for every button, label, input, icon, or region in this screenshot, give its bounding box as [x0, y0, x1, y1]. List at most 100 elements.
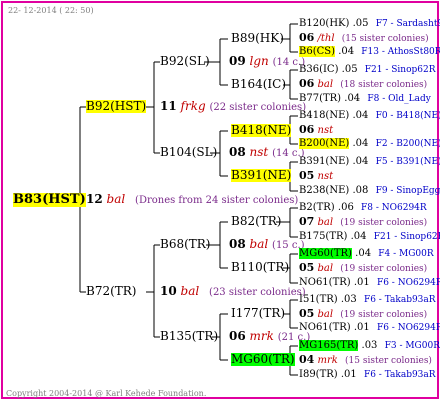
gen4-year-abbr: bal [317, 217, 334, 228]
gen2-year-num: 08 [229, 237, 246, 251]
gen1-year-line: 10 bal (23 sister colonies) [160, 285, 306, 299]
gen4-code: F21 - Sinop62R [373, 232, 440, 242]
gen1-note: (23 sister colonies) [209, 287, 306, 298]
gen4-inbreeding: .01 [340, 369, 357, 380]
gen2-year-abbr: bal [249, 237, 269, 251]
gen4-year-num: 07 [299, 215, 315, 228]
gen4-year-num: 05 [299, 169, 315, 182]
gen4-year-row: 06 /thl (15 sister colonies) [299, 31, 429, 46]
gen4-code: F4 - MG00R [378, 249, 434, 259]
gen2-queen-name: B92(SL) [160, 54, 210, 68]
gen4-note: (15 sister colonies) [341, 34, 429, 44]
gen4-code: F5 - B391(NE) [375, 157, 440, 167]
root-year-line: 12 bal (Drones from 24 sister colonies) [86, 193, 298, 207]
gen4-queen-name: B36(IC) [299, 64, 339, 75]
gen4-year-abbr: nst [317, 171, 334, 182]
gen1-year-line: 11 frkg (22 sister colonies) [160, 100, 306, 114]
gen4-inbreeding: .04 [355, 248, 372, 259]
gen4-year-num: 06 [299, 77, 315, 90]
gen4-inbreeding: .01 [353, 322, 370, 333]
gen4-code: F3 - MG00R [384, 341, 440, 351]
gen2-year-line: 08 bal (15 c.) [229, 238, 305, 252]
gen4-inbreeding: .05 [341, 64, 358, 75]
gen4-note: (19 sister colonies) [340, 310, 428, 320]
gen4-code: F13 - AthosSt80R [361, 47, 440, 57]
gen4-note: (19 sister colonies) [340, 264, 428, 274]
gen4-code: F9 - SinopEgg86R [375, 186, 440, 196]
gen4-queen-row: B418(NE) .04 F0 - B418(NE) [299, 109, 440, 123]
gen4-queen-name: B175(TR) [299, 231, 348, 242]
date-stamp: 22- 12-2014 ( 22: 50) [8, 6, 94, 15]
gen4-inbreeding: .04 [344, 93, 361, 104]
gen4-code: F6 - Takab93aR [363, 295, 436, 305]
gen1-queen-name: B72(TR) [86, 284, 137, 298]
gen4-year-num: 06 [299, 123, 315, 136]
gen4-queen-name: NO61(TR) [299, 277, 351, 288]
gen2-year-num: 08 [229, 145, 246, 159]
gen4-queen-name: I51(TR) [299, 294, 338, 305]
gen4-year-row: 05 bal (19 sister colonies) [299, 261, 427, 276]
gen4-inbreeding: .04 [338, 46, 355, 57]
gen2-year-line: 09 lgn (14 c.) [229, 55, 305, 69]
gen4-code: F8 - NO6294R [361, 203, 427, 213]
gen4-year-num: 05 [299, 261, 315, 274]
gen4-year-abbr: bal [317, 79, 334, 90]
gen3-queen-name: B82(TR) [231, 214, 282, 228]
gen4-queen-row: B200(NE) .04 F2 - B200(NE) [299, 137, 440, 151]
gen4-year-num: 04 [299, 353, 315, 366]
gen4-inbreeding: .08 [352, 185, 369, 196]
gen4-queen-row: B36(IC) .05 F21 - Sinop62R [299, 63, 435, 77]
gen4-code: F8 - Old_Lady [367, 94, 431, 104]
gen4-year-num: 06 [299, 31, 315, 44]
gen3-queen-name: B89(HK) [231, 31, 284, 45]
gen3-queen-name: B418(NE) [231, 123, 292, 137]
gen4-queen-row: NO61(TR) .01 F6 - NO6294R [299, 276, 440, 290]
gen4-year-num: 05 [299, 307, 315, 320]
root-year-abbr: bal [106, 192, 126, 206]
gen4-inbreeding: .01 [353, 277, 370, 288]
root-queen-name: B83(HST) [13, 192, 86, 207]
gen2-year-abbr: nst [249, 145, 269, 159]
pedigree-page: 22- 12-2014 ( 22: 50) B83(HST) 12 bal (D… [0, 0, 440, 400]
gen4-code: F21 - Sinop62R [364, 65, 436, 75]
gen4-year-abbr: /thl [317, 33, 335, 44]
gen4-year-row: 07 bal (19 sister colonies) [299, 215, 427, 230]
gen2-year-line: 08 nst (14 c.) [229, 146, 305, 160]
gen4-queen-row: B2(TR) .06 F8 - NO6294R [299, 201, 427, 215]
copyright-footer: Copyright 2004-2014 @ Karl Kehede Founda… [6, 389, 207, 398]
gen4-queen-row: NO61(TR) .01 F6 - NO6294R [299, 321, 440, 335]
gen4-year-abbr: bal [317, 263, 334, 274]
gen4-inbreeding: .04 [352, 110, 369, 121]
gen4-code: F7 - Sardasht93R [375, 19, 440, 29]
gen2-queen-name: B104(SL) [160, 145, 218, 159]
gen4-note: (19 sister colonies) [340, 218, 428, 228]
gen4-queen-name: MG60(TR) [299, 248, 352, 259]
gen4-inbreeding: .03 [361, 340, 378, 351]
gen4-queen-name: B120(HK) [299, 18, 350, 29]
gen4-year-abbr: nst [317, 125, 334, 136]
gen3-queen-name: B110(TR) [231, 260, 290, 274]
root-note: (Drones from 24 sister colonies) [135, 195, 299, 206]
gen4-year-row: 06 bal (18 sister colonies) [299, 77, 427, 92]
gen4-queen-row: I51(TR) .03 F6 - Takab93aR [299, 293, 436, 307]
gen4-inbreeding: .03 [340, 294, 357, 305]
gen4-queen-row: B120(HK) .05 F7 - Sardasht93R [299, 17, 440, 31]
gen2-year-num: 09 [229, 54, 246, 68]
gen4-queen-name: B391(NE) [299, 156, 350, 167]
gen3-queen-name: B164(IC) [231, 77, 287, 91]
gen4-year-row: 05 bal (19 sister colonies) [299, 307, 427, 322]
gen4-code: F6 - NO6294R [376, 278, 440, 288]
gen3-queen-name: MG60(TR) [231, 352, 295, 366]
gen4-queen-row: B6(CS) .04 F13 - AthosSt80R [299, 45, 440, 59]
gen4-inbreeding: .04 [352, 156, 369, 167]
gen4-year-abbr: bal [317, 309, 334, 320]
gen4-queen-name: B418(NE) [299, 110, 350, 121]
gen4-note: (18 sister colonies) [340, 80, 428, 90]
gen4-code: F6 - NO6294R [376, 323, 440, 333]
gen2-year-abbr: lgn [249, 54, 269, 68]
gen4-year-row: 05 nst [299, 169, 337, 184]
gen1-bottom-bracket [146, 244, 160, 338]
gen1-year-num: 10 [160, 284, 177, 298]
gen1-queen-name: B92(HST) [86, 99, 147, 113]
gen2-year-num: 06 [229, 329, 246, 343]
